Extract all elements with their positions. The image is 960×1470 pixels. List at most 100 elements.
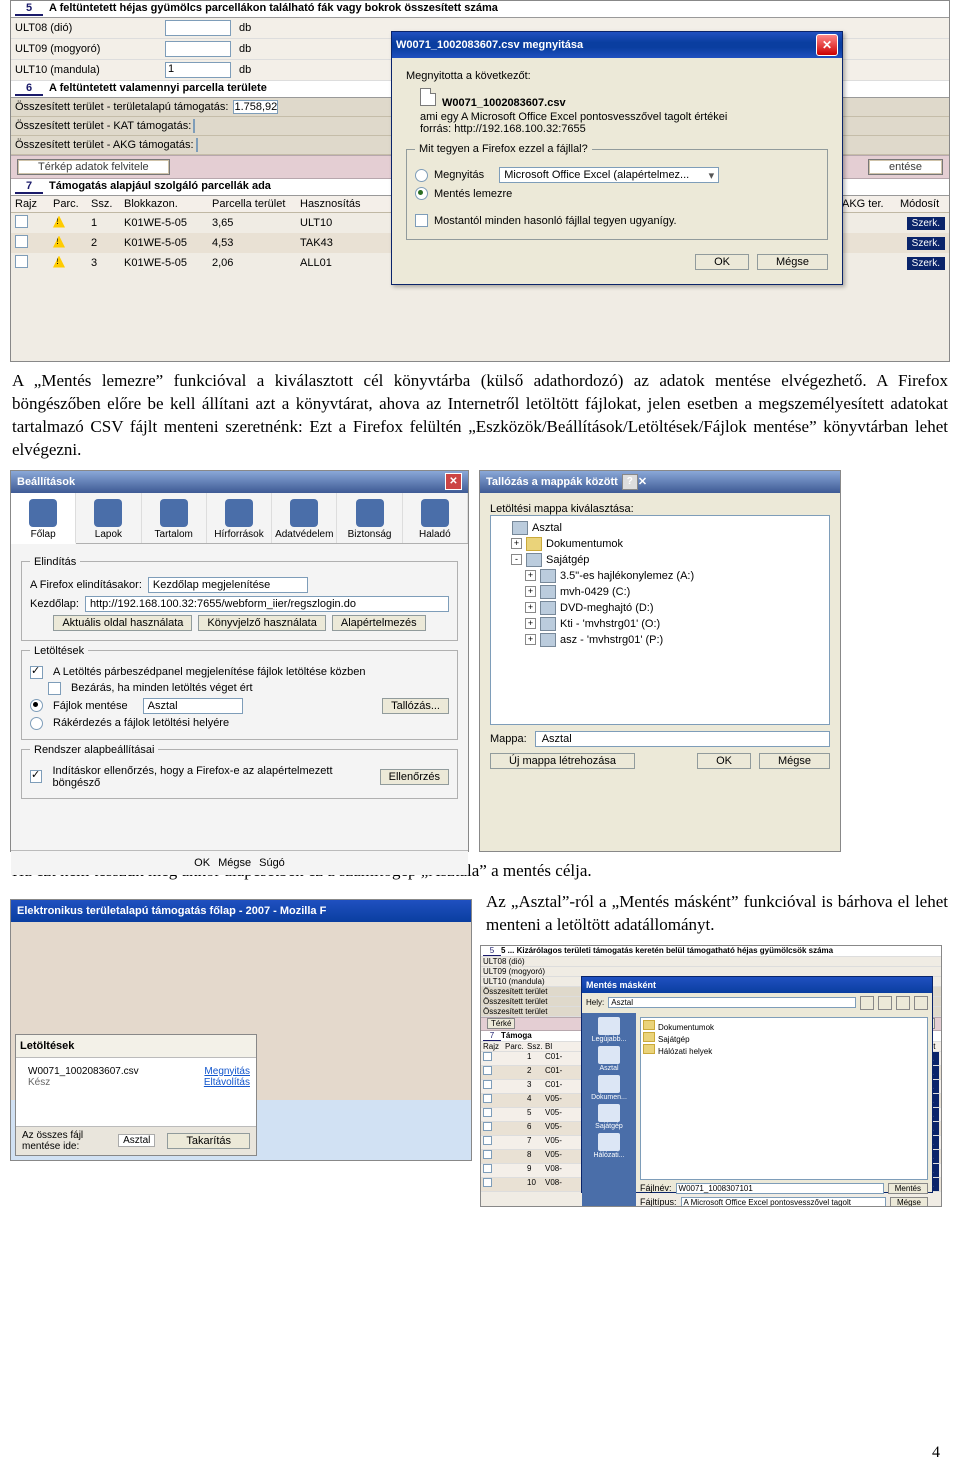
ok-button[interactable]: OK [695,254,749,270]
filetype-combo[interactable]: A Microsoft Office Excel pontosvesszővel… [681,1197,886,1207]
area-terulet-input[interactable]: 1.758,92 [233,100,278,114]
file-icon [420,88,436,106]
new-folder-button[interactable]: Új mappa létrehozása [490,753,635,769]
area-kat-input[interactable] [193,119,195,133]
folder-icon [526,537,542,551]
file-source-line: forrás: http://192.168.100.32:7655 [420,123,828,135]
homepage-input[interactable]: http://192.168.100.32:7655/webform_iier/… [85,596,449,612]
close-icon[interactable]: ✕ [445,473,462,490]
tree-node[interactable]: +Kti - 'mvhstrg01' (O:) [525,616,823,632]
cancel-button[interactable]: Mégse [759,753,830,769]
tab-icon [225,499,253,527]
row-checkbox[interactable] [15,235,28,248]
page-number: 4 [932,1444,940,1462]
tab-főlap[interactable]: Főlap [11,493,76,544]
radio-ask-location[interactable] [30,717,43,730]
file-list[interactable]: DokumentumokSajátgépHálózati helyek [640,1017,928,1180]
app-window-title: Elektronikus területalapú támogatás főla… [17,905,326,917]
show-dl-dialog-checkbox[interactable] [30,666,43,679]
save-button[interactable]: Mentés [888,1183,928,1194]
use-default-button[interactable]: Alapértelmezés [332,615,426,631]
place-item[interactable]: Asztal [584,1046,634,1072]
tab-tartalom[interactable]: Tartalom [142,493,207,543]
remember-checkbox[interactable]: Mostantól minden hasonló fájllal tegyen … [415,214,819,227]
tab-hírforrások[interactable]: Hírforrások [207,493,272,543]
close-icon[interactable]: ✕ [816,34,838,56]
tree-node[interactable]: Asztal [497,520,823,536]
tab-haladó[interactable]: Haladó [403,493,468,543]
radio-open[interactable]: Megnyitás Microsoft Office Excel (alapér… [415,167,819,183]
cancel-button[interactable]: Mégse [890,1197,928,1207]
row-checkbox[interactable] [15,215,28,228]
help-button[interactable]: Súgó [259,857,285,869]
opened-label: Megnyitotta a következőt: [406,70,828,82]
place-item[interactable]: Hálózati... [584,1133,634,1159]
use-current-button[interactable]: Aktuális oldal használata [53,615,192,631]
browse-button[interactable]: Tallózás... [382,698,449,714]
remove-link[interactable]: Eltávolítás [204,1077,250,1088]
default-browser-checkbox[interactable] [30,770,42,783]
close-icon[interactable]: ✕ [638,475,647,488]
area-akg-input[interactable] [196,138,198,152]
radio-save-to-disk[interactable]: Mentés lemezre [415,187,819,200]
folder-icon [526,553,542,567]
tree-node[interactable]: +mvh-0429 (C:) [525,584,823,600]
edit-button[interactable]: Szerk. [907,217,945,230]
cancel-button[interactable]: Mégse [218,857,251,869]
tree-node[interactable]: -Sajátgép [511,552,823,568]
download-status: Kész [28,1077,198,1088]
save-button-tail[interactable]: entése [868,159,943,175]
radio-save-files[interactable] [30,699,43,712]
use-bookmark-button[interactable]: Könyvjelző használata [198,615,325,631]
warning-icon [53,256,65,268]
tab-lapok[interactable]: Lapok [76,493,141,543]
ok-button[interactable]: OK [697,753,751,769]
cancel-button[interactable]: Mégse [757,254,828,270]
up-icon[interactable] [878,996,892,1010]
row-checkbox[interactable] [15,255,28,268]
filename-input[interactable]: W0071_1008307101 [676,1183,884,1194]
tree-node[interactable]: +Dokumentumok [511,536,823,552]
ult09-input[interactable] [165,41,231,57]
dialog-titlebar[interactable]: W0071_1002083607.csv megnyitása ✕ [392,32,842,58]
ok-button[interactable]: OK [194,857,210,869]
open-link[interactable]: Megnyitás [204,1066,250,1077]
list-item[interactable]: Hálózati helyek [643,1044,925,1056]
check-default-button[interactable]: Ellenőrzés [380,769,449,785]
tree-node[interactable]: +asz - 'mvhstrg01' (P:) [525,632,823,648]
place-item[interactable]: Dokumen... [584,1075,634,1101]
folder-tree[interactable]: Asztal+Dokumentumok-Sajátgép+3.5"-es haj… [490,515,830,725]
startup-combo[interactable]: Kezdőlap megjelenítése [148,577,308,593]
tree-node[interactable]: +DVD-meghajtó (D:) [525,600,823,616]
list-item[interactable]: Sajátgép [643,1032,925,1044]
tab-icon [356,499,384,527]
open-with-combo[interactable]: Microsoft Office Excel (alapértelmez... [499,167,719,183]
save-target-field[interactable]: Asztal [118,1134,155,1147]
ult10-input[interactable]: 1 [165,62,231,78]
lookin-combo[interactable]: Asztal [608,997,856,1008]
help-icon[interactable]: ? [622,474,638,490]
views-icon[interactable] [914,996,928,1010]
tree-node[interactable]: +3.5"-es hajlékonylemez (A:) [525,568,823,584]
edit-button[interactable]: Szerk. [907,257,945,270]
folder-input[interactable]: Asztal [535,731,830,747]
edit-button[interactable]: Szerk. [907,237,945,250]
folder-icon [540,633,556,647]
dialog-filename: W0071_1002083607.csv [442,97,566,109]
place-item[interactable]: Legújabb... [584,1017,634,1043]
tab-icon [94,499,122,527]
list-item[interactable]: Dokumentumok [643,1020,925,1032]
back-icon[interactable] [860,996,874,1010]
tab-adatvédelem[interactable]: Adatvédelem [272,493,337,543]
close-dl-checkbox[interactable] [48,682,61,695]
place-item[interactable]: Sajátgép [584,1104,634,1130]
paragraph-1: A „Mentés lemezre” funkcióval a kiválasz… [12,370,948,462]
screenshot-form-with-save-dialog: 5A feltüntetett héjas gyümölcs parcellák… [10,0,950,362]
section5-title: 5A feltüntetett héjas gyümölcs parcellák… [11,1,949,18]
cleanup-button[interactable]: Takarítás [167,1133,250,1149]
tab-biztonság[interactable]: Biztonság [337,493,402,543]
ult08-input[interactable] [165,20,231,36]
map-data-button[interactable]: Térkép adatok felvitele [17,159,170,175]
saveas-title: Mentés másként [586,980,656,990]
newfolder-icon[interactable] [896,996,910,1010]
